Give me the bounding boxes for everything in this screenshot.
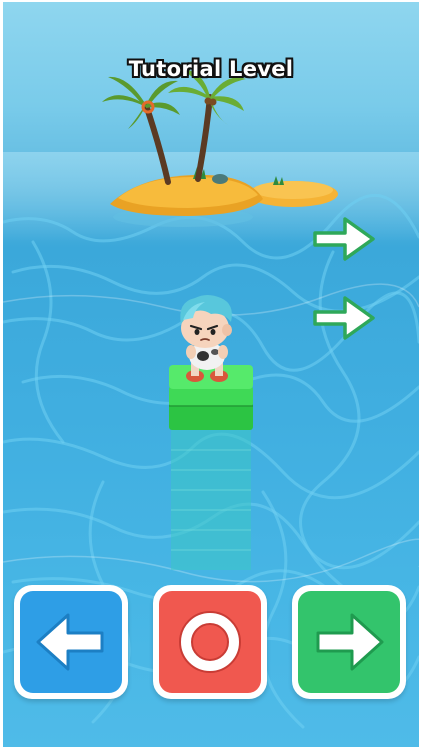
right-arrow-icon [313,217,375,261]
action-button[interactable] [153,585,267,699]
right-arrow-icon [316,613,384,671]
right-button[interactable] [292,585,406,699]
level-title: Tutorial Level [128,57,294,81]
palm-island [102,69,338,227]
left-button[interactable] [14,585,128,699]
right-arrow-icon [313,296,375,340]
player-character [180,295,232,382]
game-viewport: Tutorial Level [3,2,419,747]
circle-icon [179,611,241,673]
block-stack-platform [169,365,253,570]
left-arrow-icon [36,613,104,671]
device-frame: Tutorial Level [0,0,422,750]
